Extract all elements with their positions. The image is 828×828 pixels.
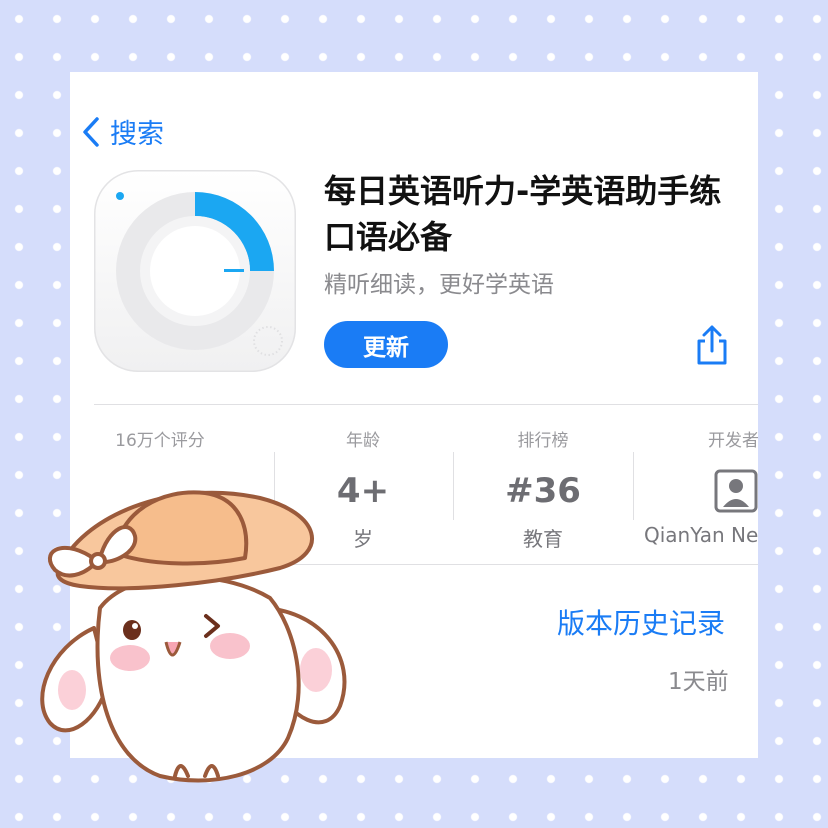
dial-progress-icon [116, 192, 283, 356]
share-button[interactable] [694, 324, 730, 370]
version-history-time: 1天前 [668, 669, 729, 695]
divider-top [94, 404, 758, 405]
app-subtitle: 精听细读，更好学英语 [324, 272, 554, 298]
back-button[interactable]: 搜索 [82, 112, 164, 151]
app-title: 每日英语听力-学英语助手练口语必备 [324, 172, 722, 256]
stat-ranking[interactable]: 排行榜 #36 教育 [453, 426, 633, 552]
stat-age-label: 年龄 [346, 431, 380, 451]
app-icon [94, 170, 296, 372]
stat-developer-label: 开发者 [708, 431, 758, 451]
share-icon [697, 325, 727, 365]
bunny-hat-sticker [20, 458, 360, 802]
developer-person-icon [644, 469, 758, 515]
stat-separator [633, 452, 634, 520]
stat-developer-sub: QianYan Ne [644, 523, 758, 547]
back-label: 搜索 [110, 119, 164, 150]
stat-ratings-label: 16万个评分 [115, 431, 205, 451]
stat-ranking-label: 排行榜 [517, 431, 569, 451]
stat-ratings: 16万个评分 [70, 426, 250, 451]
chevron-left-icon [83, 116, 99, 147]
stat-ranking-sub: 教育 [523, 527, 563, 551]
version-history-link[interactable]: 版本历史记录 [557, 602, 725, 642]
update-button[interactable]: 更新 [324, 321, 448, 368]
stat-developer[interactable]: 开发者 QianYan Ne [644, 426, 758, 547]
stat-ranking-value: #36 [505, 471, 581, 511]
